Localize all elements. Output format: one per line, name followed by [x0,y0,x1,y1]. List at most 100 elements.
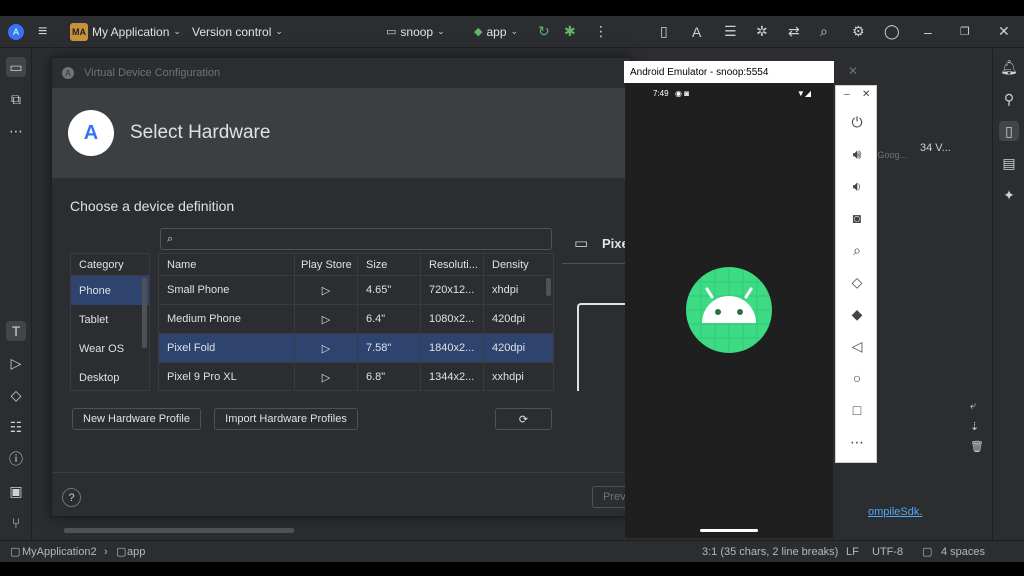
camera-icon[interactable]: ◙ [847,208,867,228]
scroll-end-icon[interactable]: ⇣ [970,420,979,433]
close-window-icon[interactable]: ✕ [998,23,1010,40]
home-icon[interactable]: ○ [847,368,867,388]
gesture-nav-bar[interactable] [700,529,758,532]
debug-icon[interactable]: ✱ [564,23,576,40]
account-icon[interactable]: ◯ [884,23,900,40]
device-outline-preview [577,303,632,391]
table-row-selected[interactable]: Pixel Fold ▷ 7.58" 1840x2... 420dpi [159,334,553,363]
new-hardware-profile-button[interactable]: New Hardware Profile [72,408,201,430]
module-icon: ▢ [116,546,127,558]
module-selector[interactable]: ◆ app ⌄ [474,25,518,39]
vcs-label: Version control [192,24,272,39]
notifications-icon[interactable]: 🔔︎ [999,57,1019,77]
volume-down-icon[interactable]: 🔉︎ [847,176,867,196]
close-emulator-tools-icon[interactable]: ✕ [862,89,870,100]
back-icon[interactable]: ◁ [847,336,867,356]
category-item-tablet[interactable]: Tablet [71,305,149,334]
help-icon[interactable]: ? [62,488,81,507]
power-icon[interactable]: ⏻ [847,112,867,132]
translate-icon[interactable]: A [692,24,701,40]
module-name: app [486,24,507,39]
more-options-icon[interactable]: ⋯ [847,432,867,452]
zoom-icon[interactable]: ⌕ [847,240,867,260]
project-h-scrollbar[interactable] [64,528,294,533]
overview-icon[interactable]: □ [847,400,867,420]
file-encoding[interactable]: UTF-8 [872,546,903,558]
project-name: My Application [92,24,170,39]
device-resolution: 720x12... [421,276,484,304]
code-snippet: ompileSdk. [868,506,923,518]
minimize-emulator-icon[interactable]: – [844,89,850,100]
category-item-desktop[interactable]: Desktop [71,363,149,392]
sync-icon[interactable]: ⇄ [788,23,800,40]
restore-icon[interactable]: ❐ [960,25,970,38]
close-emulator-icon[interactable]: ✕ [848,64,858,78]
trash-icon[interactable]: 🗑︎ [970,440,984,453]
wrap-icon[interactable]: ⤶ [970,400,976,413]
settings-gear-icon[interactable]: ⚙ [852,23,865,40]
project-tool-icon[interactable]: ▭ [6,57,26,77]
table-row[interactable]: Pixel 9 Pro XL ▷ 6.8" 1344x2... xxhdpi [159,363,553,390]
layout-inspector-icon[interactable]: ☰ [724,23,737,40]
volume-up-icon[interactable]: 🔊︎ [847,144,867,164]
build-tool-icon[interactable]: T [6,321,26,341]
hamburger-menu-icon[interactable]: ≡ [38,23,47,41]
dialog-heading: Select Hardware [130,122,271,143]
left-tool-strip: ▭ ⧉ ⋯ T ▷ ◇ ☷ ⓘ ▣ ⑂ [0,49,32,544]
search-icon: ⌕ [167,232,174,245]
terminal-icon[interactable]: ▣ [6,481,26,501]
rotate-right-icon[interactable]: ◆ [847,304,867,324]
device-search-input[interactable]: ⌕ [160,228,552,250]
project-selector[interactable]: MA My Application ⌄ [70,22,181,41]
app-quality-icon[interactable]: ◇ [6,385,26,405]
table-row[interactable]: Medium Phone ▷ 6.4" 1080x2... 420dpi [159,305,553,334]
rerun-icon[interactable]: ↻ [538,23,550,40]
table-row[interactable]: Small Phone ▷ 4.65" 720x12... xhdpi [159,276,553,305]
run-config-selector[interactable]: ▭ snoop ⌄ [386,25,445,39]
run-tool-icon[interactable]: ▷ [6,353,26,373]
google-label: r Goog... [872,150,908,160]
category-item-phone[interactable]: Phone [71,276,149,305]
dialog-window-title: Virtual Device Configuration [84,67,221,79]
android-icon: ◆ [474,26,483,38]
running-devices-icon[interactable]: ▤ [999,153,1019,173]
refresh-button[interactable]: ⟳ [495,408,552,430]
more-tools-icon[interactable]: ⋯ [6,121,26,141]
col-resolution[interactable]: Resoluti... [421,254,484,275]
breadcrumb-project[interactable]: MyApplication2 [22,546,97,558]
device-name: Pixel 9 Pro XL [159,363,295,390]
bug-icon[interactable]: ✲ [756,23,768,40]
col-density[interactable]: Density [484,254,545,275]
category-item-wear-os[interactable]: Wear OS [71,334,149,363]
logcat-icon[interactable]: ☷ [6,417,26,437]
vcs-selector[interactable]: Version control ⌄ [192,25,283,39]
right-tool-strip: 🔔︎ ⚲ ▯ ▤ ✦ [992,49,1024,544]
phone-status-icons: ◉ ◙ [675,89,690,98]
problems-icon[interactable]: ⓘ [6,449,26,469]
device-manager-side-icon[interactable]: ▯ [999,121,1019,141]
col-size[interactable]: Size [358,254,421,275]
device-manager-icon[interactable]: ▯ [660,23,668,40]
col-play-store[interactable]: Play Store [295,254,358,275]
minimize-icon[interactable]: – [924,24,932,40]
line-separator[interactable]: LF [846,546,859,558]
resource-manager-icon[interactable]: ⧉ [6,89,26,109]
col-name[interactable]: Name [159,254,295,275]
category-scrollbar[interactable] [142,278,147,348]
cursor-position[interactable]: 3:1 (35 chars, 2 line breaks) [702,546,838,558]
search-icon[interactable]: ⌕ [820,23,828,40]
more-actions-icon[interactable]: ⋮ [594,23,608,40]
table-scrollbar[interactable] [546,278,551,296]
device-size: 6.8" [358,363,421,390]
rotate-left-icon[interactable]: ◇ [847,272,867,292]
device-resolution: 1344x2... [421,363,484,390]
choose-device-label: Choose a device definition [70,198,235,214]
breadcrumb-module[interactable]: app [127,546,145,558]
emulator-screen[interactable]: 7:49 ◉ ◙ ▼◢ [625,83,833,538]
import-hardware-profiles-button[interactable]: Import Hardware Profiles [214,408,358,430]
device-name: Pixel Fold [159,334,295,362]
indent-setting[interactable]: 4 spaces [941,546,985,558]
git-icon[interactable]: ⑂ [6,513,26,533]
gradle-icon[interactable]: ⚲ [999,89,1019,109]
gemini-icon[interactable]: ✦ [999,185,1019,205]
